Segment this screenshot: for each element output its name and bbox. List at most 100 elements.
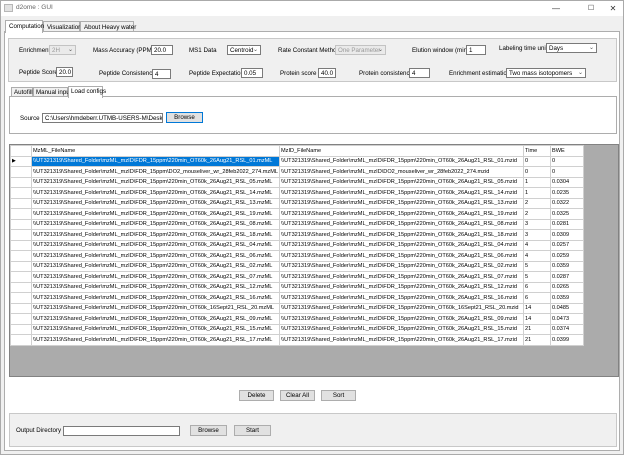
peptide-consistency-input[interactable]: 4 xyxy=(152,69,171,79)
table-row[interactable]: \\UT321319\Shared_Folder\mzML_mzID\FDR_1… xyxy=(10,218,584,230)
cell-bwe[interactable]: 0.0287 xyxy=(550,271,584,283)
cell-mzml-filename[interactable]: \\UT321319\Shared_Folder\mzML_mzID\FDR_1… xyxy=(31,208,280,220)
cell-mzml-filename[interactable]: \\UT321319\Shared_Folder\mzML_mzID\FDR_1… xyxy=(31,187,280,199)
table-row[interactable]: \\UT321319\Shared_Folder\mzML_mzID\FDR_1… xyxy=(10,323,584,335)
source-browse-button[interactable]: Browse xyxy=(166,112,203,123)
ms1-data-select[interactable]: Centroid ⌄ xyxy=(227,45,261,55)
sort-button[interactable]: Sort xyxy=(321,390,356,401)
table-row[interactable]: \\UT321319\Shared_Folder\mzML_mzID\FDR_1… xyxy=(10,292,584,304)
table-row[interactable]: \\UT321319\Shared_Folder\mzML_mzID\FDR_1… xyxy=(10,281,584,293)
cell-bwe[interactable]: 0.0359 xyxy=(550,292,584,304)
cell-mzml-filename[interactable]: \\UT321319\Shared_Folder\mzML_mzID\FDR_1… xyxy=(31,302,280,314)
cell-time[interactable]: 6 xyxy=(523,281,551,293)
row-header[interactable] xyxy=(10,302,32,314)
table-row[interactable]: \\UT321319\Shared_Folder\mzML_mzID\FDR_1… xyxy=(10,197,584,209)
protein-consistency-input[interactable]: 4 xyxy=(409,68,430,78)
cell-bwe[interactable]: 0.0325 xyxy=(550,208,584,220)
delete-button[interactable]: Delete xyxy=(239,390,274,401)
row-header[interactable]: ▶ xyxy=(10,155,32,167)
cell-bwe[interactable]: 0.0265 xyxy=(550,281,584,293)
cell-time[interactable]: 21 xyxy=(523,334,551,346)
cell-mzid-filename[interactable]: \\UT321319\Shared_Folder\mzML_mzID\FDR_1… xyxy=(279,155,524,167)
row-header[interactable] xyxy=(10,313,32,325)
cell-bwe[interactable]: 0.0304 xyxy=(550,176,584,188)
table-row[interactable]: \\UT321319\Shared_Folder\mzML_mzID\FDR_1… xyxy=(10,187,584,199)
cell-bwe[interactable]: 0 xyxy=(550,166,584,178)
table-row[interactable]: \\UT321319\Shared_Folder\mzML_mzID\FDR_1… xyxy=(10,229,584,241)
cell-time[interactable]: 1 xyxy=(523,176,551,188)
table-row[interactable]: \\UT321319\Shared_Folder\mzML_mzID\FDR_1… xyxy=(10,260,584,272)
row-header[interactable] xyxy=(10,250,32,262)
cell-mzid-filename[interactable]: \\UT321319\Shared_Folder\mzML_mzID\FDR_1… xyxy=(279,239,524,251)
cell-bwe[interactable]: 0.0309 xyxy=(550,229,584,241)
table-row[interactable]: \\UT321319\Shared_Folder\mzML_mzID\FDR_1… xyxy=(10,271,584,283)
cell-mzid-filename[interactable]: \\UT321319\Shared_Folder\mzML_mzID\FDR_1… xyxy=(279,250,524,262)
cell-time[interactable]: 4 xyxy=(523,250,551,262)
cell-time[interactable]: 0 xyxy=(523,166,551,178)
column-header-bwe[interactable]: BWE xyxy=(550,145,584,157)
row-header[interactable] xyxy=(10,292,32,304)
table-row[interactable]: \\UT321319\Shared_Folder\mzML_mzID\FDR_1… xyxy=(10,250,584,262)
cell-bwe[interactable]: 0.0259 xyxy=(550,250,584,262)
row-header[interactable] xyxy=(10,176,32,188)
source-path-input[interactable]: C:\Users\hmdeberr.UTMB-USERS-M\Desktop\ xyxy=(42,113,163,123)
cell-mzml-filename[interactable]: \\UT321319\Shared_Folder\mzML_mzID\FDR_1… xyxy=(31,281,280,293)
cell-mzid-filename[interactable]: \\UT321319\Shared_Folder\mzML_mzID\FDR_1… xyxy=(279,334,524,346)
row-header[interactable] xyxy=(10,166,32,178)
cell-mzid-filename[interactable]: \\UT321319\Shared_Folder\mzML_mzID\FDR_1… xyxy=(279,218,524,230)
cell-time[interactable]: 2 xyxy=(523,197,551,209)
cell-mzid-filename[interactable]: \\UT321319\Shared_Folder\mzML_mzID\FDR_1… xyxy=(279,313,524,325)
output-directory-input[interactable] xyxy=(63,426,180,436)
elution-window-input[interactable]: 1 xyxy=(466,45,486,55)
cell-mzml-filename[interactable]: \\UT321319\Shared_Folder\mzML_mzID\FDR_1… xyxy=(31,250,280,262)
table-row[interactable]: \\UT321319\Shared_Folder\mzML_mzID\FDR_1… xyxy=(10,176,584,188)
labeling-time-unit-select[interactable]: Days ⌄ xyxy=(546,43,597,53)
tab-load-configs[interactable]: Load configs xyxy=(68,86,106,98)
cell-time[interactable]: 2 xyxy=(523,208,551,220)
cell-mzml-filename[interactable]: \\UT321319\Shared_Folder\mzML_mzID\FDR_1… xyxy=(31,176,280,188)
row-header[interactable] xyxy=(10,208,32,220)
row-header[interactable] xyxy=(10,323,32,335)
cell-bwe[interactable]: 0.0399 xyxy=(550,334,584,346)
table-row[interactable]: \\UT321319\Shared_Folder\mzML_mzID\FDR_1… xyxy=(10,313,584,325)
output-browse-button[interactable]: Browse xyxy=(190,425,227,436)
close-button[interactable]: ✕ xyxy=(598,1,624,16)
cell-bwe[interactable]: 0.0235 xyxy=(550,187,584,199)
peptide-score-input[interactable]: 20.0 xyxy=(56,67,73,77)
cell-bwe[interactable]: 0.0374 xyxy=(550,323,584,335)
cell-mzml-filename[interactable]: \\UT321319\Shared_Folder\mzML_mzID\FDR_1… xyxy=(31,271,280,283)
cell-mzml-filename[interactable]: \\UT321319\Shared_Folder\mzML_mzID\FDR_1… xyxy=(31,229,280,241)
enrichment-select[interactable]: 2H ⌄ xyxy=(49,45,76,55)
cell-mzml-filename[interactable]: \\UT321319\Shared_Folder\mzML_mzID\FDR_1… xyxy=(31,197,280,209)
row-header[interactable] xyxy=(10,260,32,272)
table-row[interactable]: ▶ \\UT321319\Shared_Folder\mzML_mzID\FDR_… xyxy=(10,155,584,167)
cell-mzml-filename[interactable]: \\UT321319\Shared_Folder\mzML_mzID\FDR_1… xyxy=(31,166,280,178)
cell-mzml-filename[interactable]: \\UT321319\Shared_Folder\mzML_mzID\FDR_1… xyxy=(31,292,280,304)
column-header-time[interactable]: Time xyxy=(523,145,551,157)
cell-time[interactable]: 14 xyxy=(523,302,551,314)
table-row[interactable]: \\UT321319\Shared_Folder\mzML_mzID\FDR_1… xyxy=(10,302,584,314)
cell-time[interactable]: 4 xyxy=(523,239,551,251)
table-row[interactable]: \\UT321319\Shared_Folder\mzML_mzID\FDR_1… xyxy=(10,239,584,251)
column-header-mzid[interactable]: MzID_FileName xyxy=(279,145,524,157)
table-row[interactable]: \\UT321319\Shared_Folder\mzML_mzID\FDR_1… xyxy=(10,166,584,178)
row-header[interactable] xyxy=(10,187,32,199)
cell-bwe[interactable]: 0.0281 xyxy=(550,218,584,230)
cell-mzid-filename[interactable]: \\UT321319\Shared_Folder\mzML_mzID\FDR_1… xyxy=(279,281,524,293)
cell-time[interactable]: 6 xyxy=(523,292,551,304)
cell-mzid-filename[interactable]: \\UT321319\Shared_Folder\mzML_mzID\FDR_1… xyxy=(279,197,524,209)
row-header[interactable] xyxy=(10,197,32,209)
cell-time[interactable]: 3 xyxy=(523,218,551,230)
minimize-button[interactable]: — xyxy=(541,1,571,16)
row-header[interactable] xyxy=(10,239,32,251)
cell-mzid-filename[interactable]: \\UT321319\Shared_Folder\mzML_mzID\FDR_1… xyxy=(279,292,524,304)
column-header-mzml[interactable]: MzML_FileName xyxy=(31,145,280,157)
row-header[interactable] xyxy=(10,218,32,230)
row-header[interactable] xyxy=(10,271,32,283)
cell-time[interactable]: 14 xyxy=(523,313,551,325)
cell-mzid-filename[interactable]: \\UT321319\Shared_Folder\mzML_mzID\FDR_1… xyxy=(279,187,524,199)
cell-bwe[interactable]: 0.0359 xyxy=(550,260,584,272)
clear-all-button[interactable]: Clear All xyxy=(280,390,315,401)
mass-accuracy-input[interactable]: 20.0 xyxy=(151,45,173,55)
cell-mzml-filename[interactable]: \\UT321319\Shared_Folder\mzML_mzID\FDR_1… xyxy=(31,323,280,335)
